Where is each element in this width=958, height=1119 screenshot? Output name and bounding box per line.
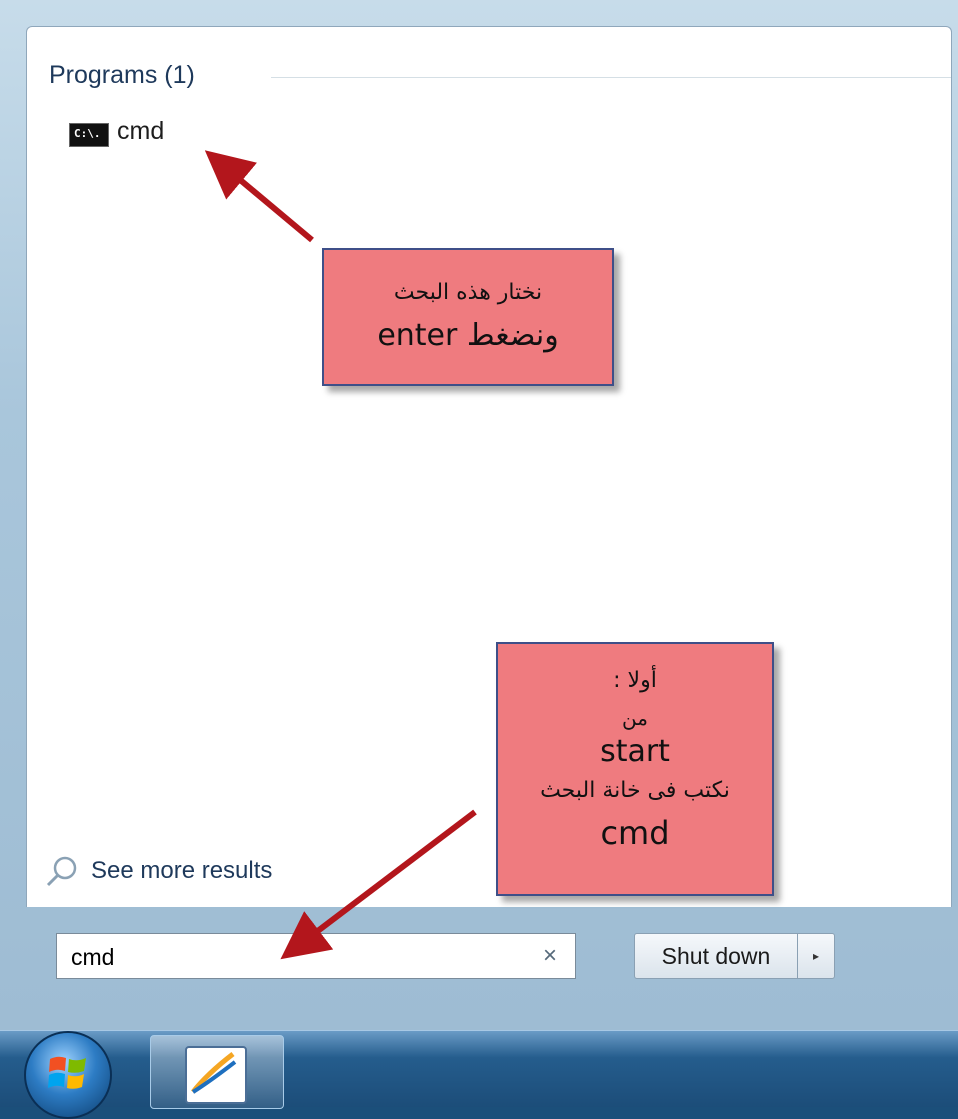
clear-icon[interactable]: × [543,942,557,970]
shut-down-button[interactable]: Shut down [634,933,798,979]
search-input[interactable] [69,940,513,974]
windows-logo-icon [48,1056,86,1089]
callout-text: نختار هذه البحث [393,280,543,305]
shutdown-options-arrow-icon[interactable]: ▸ [798,933,835,979]
see-more-results-link[interactable]: See more results [45,851,345,887]
command-prompt-icon: C:\. [69,123,109,147]
app-icon [185,1046,247,1104]
see-more-label: See more results [91,857,273,884]
callout-text: ونضغط enter [377,318,559,353]
callout-text: أولا : [613,668,657,693]
callout-text: start [600,734,670,769]
taskbar [0,1030,958,1119]
callout-text: نكتب فى خانة البحث [540,778,730,803]
search-icon [46,856,77,887]
programs-header: Programs (1) [49,61,951,91]
shutdown-group: Shut down ▸ [634,933,864,979]
taskbar-pinned-app[interactable] [150,1035,284,1109]
annotation-callout-select: نختار هذه البحث ونضغط enter [322,248,614,386]
start-menu: Programs (1) C:\. cmd See more results ×… [0,0,958,1030]
callout-text: cmd [600,814,670,852]
annotation-callout-type: أولا : من start نكتب فى خانة البحث cmd [496,642,774,896]
callout-text: من [622,706,648,730]
result-label: cmd [117,117,165,145]
result-item-cmd[interactable]: C:\. cmd [69,117,269,149]
programs-section-title: Programs (1) [49,61,195,89]
search-field[interactable]: × [56,933,576,979]
section-divider [271,77,951,78]
search-results-panel: Programs (1) C:\. cmd See more results [26,26,952,907]
